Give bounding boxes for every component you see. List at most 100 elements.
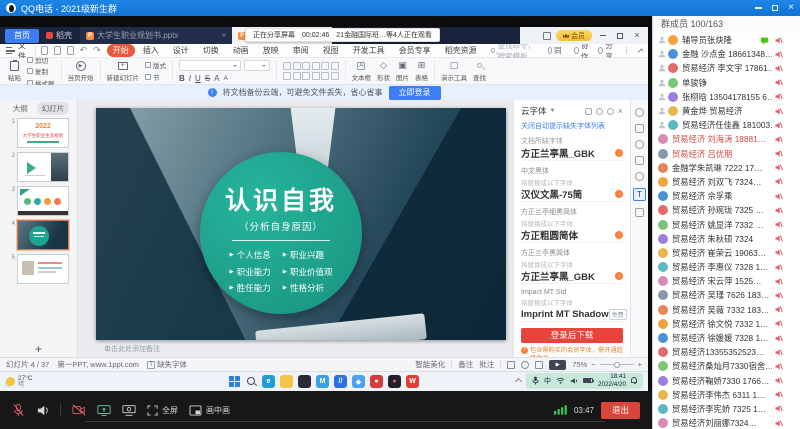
profile-icon[interactable]	[635, 108, 644, 117]
find-button[interactable]: 查找	[473, 60, 486, 82]
menu-item[interactable]: 开始	[107, 44, 135, 57]
member-badge[interactable]: 会员	[556, 30, 592, 41]
smart-beautify-button[interactable]: 智能美化	[415, 359, 445, 370]
minimize-button[interactable]	[755, 7, 762, 9]
slide-thumbnail[interactable]: 2	[8, 152, 69, 182]
table-button[interactable]: ⊞表格	[415, 60, 428, 82]
slide-thumbnail[interactable]: 12022大学生职业生涯规划	[8, 118, 69, 148]
member-row[interactable]: 贸易经济 李惠仪 7328 1…	[653, 260, 800, 274]
member-row[interactable]: 贸易经济李宪娇 7325 1…	[653, 402, 800, 416]
home-tab[interactable]: 首页	[5, 29, 39, 43]
member-row[interactable]: 贸易经济 宋云萍 1525…	[653, 274, 800, 288]
system-tray[interactable]: 中 18:41 2022/4/20	[526, 373, 643, 389]
fullscreen-button[interactable]: 全屏	[147, 405, 178, 416]
panel-icon-4[interactable]	[635, 172, 644, 181]
taskbar-search-icon[interactable]	[246, 376, 257, 387]
font-item[interactable]: 方正粗圆简体↓	[521, 228, 623, 243]
underline-button[interactable]: U	[195, 74, 201, 83]
cut-button[interactable]: 剪切	[27, 55, 55, 65]
member-row[interactable]: 贸易经济 徐文悦 7332 1…	[653, 317, 800, 331]
missing-fonts-status[interactable]: T 缺失字体	[147, 359, 187, 370]
app-dark-taskbar-icon[interactable]	[298, 375, 311, 388]
bold-button[interactable]: B	[179, 74, 185, 83]
member-row[interactable]: 贸易经济 李文宇 17861…	[653, 61, 800, 75]
member-row[interactable]: 金融学朱凯琳 7222 17…	[653, 161, 800, 175]
paste-button[interactable]: 粘贴	[8, 60, 21, 82]
font-item[interactable]: 方正兰亭黑_GBK↓	[521, 269, 623, 284]
presentation-tools-button[interactable]: ▢演示工具	[441, 60, 467, 82]
sorter-view-icon[interactable]	[521, 361, 529, 369]
menu-item[interactable]: 审阅	[287, 44, 315, 57]
panel-close-icon[interactable]: ×	[618, 108, 623, 115]
font-item[interactable]: 方正兰亭黑_GBK↓	[521, 146, 623, 161]
play-from-current-button[interactable]: ▶ 当页开始	[68, 60, 94, 82]
member-row[interactable]: 贸易经济 徐媛媛 7328 1…	[653, 331, 800, 345]
outline-tab[interactable]: 大纲	[8, 102, 33, 115]
panel-icon-3[interactable]	[635, 156, 644, 165]
slide-thumbnail[interactable]: 5	[8, 254, 69, 284]
input-method-indicator[interactable]: 中	[544, 376, 551, 386]
download-font-icon[interactable]: ↓	[615, 272, 623, 280]
recorder-taskbar-icon[interactable]: ●	[388, 375, 401, 388]
slide-title-circle[interactable]: 认识自我 （分析自身原因） ▶个人信息▶职业能力▶胜任能力 ▶职业兴趣▶职业价值…	[200, 152, 362, 314]
code-taskbar-icon[interactable]: //	[334, 375, 347, 388]
weather-widget[interactable]: 27°C 晴	[6, 375, 33, 389]
picture-button[interactable]: ▣图片	[396, 60, 409, 82]
section-button[interactable]: 节	[145, 72, 166, 82]
undo-icon[interactable]: ↶	[80, 46, 88, 55]
close-button[interactable]: ×	[788, 3, 794, 13]
download-font-icon[interactable]: ↓	[615, 149, 623, 157]
wps-taskbar-icon[interactable]: W	[406, 375, 419, 388]
font-size-select[interactable]	[244, 60, 270, 71]
slide-thumbnail[interactable]: 3	[8, 186, 69, 216]
download-after-login-button[interactable]: 登录后下载	[521, 328, 623, 343]
download-font-icon[interactable]: ↓	[615, 190, 623, 198]
member-row[interactable]: 辅导员张炔隆	[653, 33, 800, 47]
hamburger-menu-icon[interactable]	[6, 47, 12, 54]
mail-taskbar-icon[interactable]: M	[316, 375, 329, 388]
screen-share-button[interactable]	[97, 404, 111, 417]
menu-item[interactable]: 切换	[197, 44, 225, 57]
mic-muted-button[interactable]	[12, 403, 25, 417]
paragraph-align-group[interactable]	[283, 62, 339, 80]
zoom-slider[interactable]	[600, 364, 634, 365]
menu-item[interactable]: 会员专享	[393, 44, 437, 57]
italic-button[interactable]: I	[189, 74, 191, 83]
member-row[interactable]: 贸易经济刘丽娜7324…	[653, 416, 800, 429]
download-font-icon[interactable]: ↓	[615, 231, 623, 239]
zoom-in-button[interactable]: +	[638, 360, 642, 369]
comments-button[interactable]: 批注	[479, 359, 494, 370]
shapes-button[interactable]: ◇形状	[377, 60, 390, 82]
chevron-down-icon[interactable]: ▼	[550, 108, 556, 114]
exit-call-button[interactable]: 退出	[601, 402, 640, 419]
settings-icon[interactable]	[596, 108, 603, 115]
menu-item[interactable]: 稻壳资源	[439, 44, 483, 57]
wps-restore-button[interactable]	[614, 27, 626, 44]
tray-clock[interactable]: 18:41 2022/4/20	[598, 373, 626, 387]
menu-item[interactable]: 插入	[137, 44, 165, 57]
login-now-button[interactable]: 立即登录	[389, 86, 441, 100]
member-row[interactable]: 黄金烨 贸易经济	[653, 104, 800, 118]
font-color-button[interactable]: A	[214, 74, 219, 83]
cloud-font-toggle[interactable]: T	[633, 188, 646, 201]
tab-close-icon[interactable]: ×	[221, 31, 226, 40]
zoom-slider-knob[interactable]	[614, 362, 620, 368]
thumbnail-preview[interactable]	[17, 186, 69, 216]
member-row[interactable]: 金融 沙点金 18661348…	[653, 47, 800, 61]
projection-button[interactable]	[122, 404, 136, 417]
layout-button[interactable]: 版式	[145, 60, 166, 70]
current-slide[interactable]: 认识自我 （分析自身原因） ▶个人信息▶职业能力▶胜任能力 ▶职业兴趣▶职业价值…	[96, 108, 506, 340]
add-slide-button[interactable]: +	[0, 341, 77, 357]
explorer-taskbar-icon[interactable]	[280, 375, 293, 388]
workspace-icon[interactable]	[543, 32, 551, 40]
restore-button[interactable]	[772, 5, 778, 11]
menu-item[interactable]: 开发工具	[347, 44, 391, 57]
zoom-out-button[interactable]: −	[591, 360, 595, 369]
font-family-select[interactable]	[179, 60, 241, 71]
member-row[interactable]: 贸易经济 佘孚乘	[653, 189, 800, 203]
member-row[interactable]: 贸易经济鞠娇7330 1766…	[653, 374, 800, 388]
docer-tab[interactable]: 稻壳	[46, 30, 72, 41]
copy-button[interactable]: 复制	[27, 66, 55, 76]
member-row[interactable]: 贸易经济 吕优朋	[653, 147, 800, 161]
new-slide-button[interactable]: + 新建幻灯片	[107, 60, 140, 82]
